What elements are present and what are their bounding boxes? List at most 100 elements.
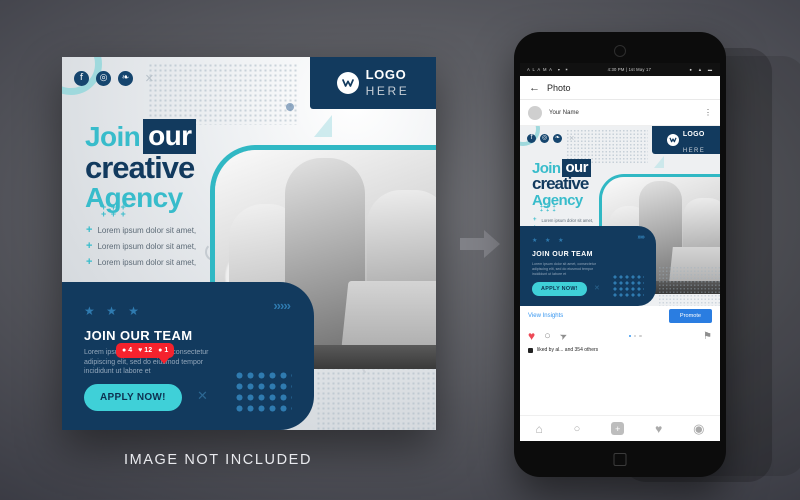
logo-mark-icon [336,72,359,94]
chevrons-decor: ››››› [637,234,645,241]
logo-line-2: HERE [682,148,706,154]
phone-mockup: A L A M A ▾ ✶ 4:30 PM | 1st May 17 ● ▲ ▬… [514,32,726,477]
status-time: 4:30 PM | 1st May 17 [607,67,652,72]
decor-dot-blue [286,103,294,111]
page-dot [628,334,632,338]
post-user-row: Your Name ⋮ [520,100,720,126]
decor-triangle [314,115,332,137]
logo-badge: LOGO HERE [310,57,436,109]
share-icon[interactable]: ➤ [558,329,569,342]
bullet-text: Lorem ipsum dolor sit amet, [97,242,197,251]
x-decor-icon: ✕ [197,388,208,403]
page-dots [576,334,694,338]
carrier-label: A L A M A [527,67,553,72]
headline-highlight: our [143,119,197,154]
decor-dotgrid-top-sm [566,129,648,163]
decor-triangle-sm [654,156,664,168]
tab-add[interactable]: + [611,422,625,435]
bullet-text: Lorem ipsum dolor sit amet, [97,226,197,235]
instagram-icon: ◎ [540,133,549,143]
plus-icon: + [86,240,93,252]
badge-comments-count: 4 [128,347,133,354]
liked-by-row: liked by al... and 354 others [520,347,720,353]
liker-thumb-icon [528,347,533,353]
decor-dotgrid-bottomright-sm [658,266,720,306]
apply-now-button[interactable]: APPLY NOW! [84,384,182,411]
stars-decor: ★ ★ ★ [532,238,567,244]
panel-title: JOIN OUR TEAM [84,328,193,343]
post-image[interactable]: f ◎ ❧ × LOGO HERE Join our creative Agen… [520,126,720,306]
plus-icon: + [533,217,537,223]
post-headline: Join our creative Agency [532,159,591,209]
like-icon[interactable]: ♥ [528,329,535,343]
app-bar-title: Photo [547,82,571,93]
user-name: Your Name [549,109,579,116]
signal-icon: ▲ [697,67,703,72]
app-bar: ← Photo [520,76,720,100]
tab-profile[interactable]: ◉ [693,421,704,437]
poster-canvas: f ◎ ❧ × LOGO HERE Join our creative Agen… [62,57,436,430]
badge-likes: ♥ 12 [138,347,152,354]
list-item: + Lorem ipsum dolor sit amet, [86,241,196,252]
avatar[interactable] [528,105,542,120]
panel-body: Lorem ipsum dolor sit amet, consectetur … [532,262,596,276]
poster-mockup: f ◎ ❧ × LOGO HERE Join our creative Agen… [62,57,436,430]
facebook-icon: f [527,133,536,143]
badge-comments: ● 4 [122,347,132,354]
decor-plus-grid-sm: + + + + + + [540,204,557,214]
tab-home[interactable]: ⌂ [535,422,542,436]
twitter-icon[interactable]: ❧ [118,71,133,86]
alarm-icon: ● [689,67,693,72]
page-dot [639,334,642,338]
apply-now-button: APPLY NOW! [532,282,587,296]
comment-icon: ● [122,347,127,354]
list-item: + Lorem ipsum dolor sit amet, [86,257,196,268]
logo-line-2: HERE [365,84,410,98]
plus-icon: + [86,256,93,268]
battery-icon: ▬ [707,67,713,72]
poster-headline: Join our creative Agency [85,119,197,214]
save-icon[interactable]: ⚑ [703,331,712,342]
promote-button[interactable]: Promote [668,308,712,323]
laptop [341,281,436,347]
status-bar: A L A M A ▾ ✶ 4:30 PM | 1st May 17 ● ▲ ▬ [520,63,720,76]
instagram-icon[interactable]: ◎ [96,71,111,86]
phone-camera-icon [614,45,626,57]
comment-icon[interactable]: ○ [544,330,551,342]
tab-activity[interactable]: ♥ [655,422,662,436]
image-not-included-caption: IMAGE NOT INCLUDED [123,452,313,468]
facebook-icon[interactable]: f [74,71,89,86]
chevrons-decor: ››››› [273,298,291,313]
logo-line-1: LOGO [365,67,407,82]
panel-title: JOIN OUR TEAM [532,251,593,258]
stars-decor: ★ ★ ★ [84,304,143,318]
social-icons[interactable]: f ◎ ❧ × [74,70,154,87]
page-dot [633,334,637,338]
bullet-text: Lorem ipsum dolor sit amet, [97,258,197,267]
tab-search[interactable]: ○ [574,423,581,435]
twitter-icon: ❧ [553,133,562,143]
close-icon: × [569,133,575,143]
post-logo-badge: LOGO HERE [652,126,720,154]
heart-icon: ♥ [138,347,143,354]
view-insights-link[interactable]: View Insights [528,313,563,319]
liked-by-text: liked by al... and 354 others [537,347,599,353]
headline-line-2: creative [85,150,195,185]
transition-arrow-icon [458,227,502,261]
back-icon[interactable]: ← [529,82,540,94]
bottom-tab-bar[interactable]: ⌂ ○ + ♥ ◉ [520,415,720,441]
logo-mark-icon [666,134,679,146]
decor-plus-grid: + + + + + + [101,202,127,219]
engagement-badge: ● 4 ♥ 12 ● 1 [116,343,175,364]
overflow-menu-icon[interactable]: ⋮ [704,109,712,117]
decor-dot-square [234,370,292,412]
bullet-text: Lorem ipsum dolor sit amet, [541,217,594,223]
home-button[interactable] [613,453,627,466]
poster-bullet-list: + Lorem ipsum dolor sit amet, + Lorem ip… [86,225,196,273]
decor-dot-square [612,274,644,297]
insights-row: View Insights Promote [520,306,720,325]
plus-icon: + [86,224,93,236]
post-navy-panel: ››››› ★ ★ ★ JOIN OUR TEAM Lorem ipsum do… [520,226,656,306]
list-item: + Lorem ipsum dolor sit amet, [86,225,196,236]
phone-screen: A L A M A ▾ ✶ 4:30 PM | 1st May 17 ● ▲ ▬… [520,63,720,441]
